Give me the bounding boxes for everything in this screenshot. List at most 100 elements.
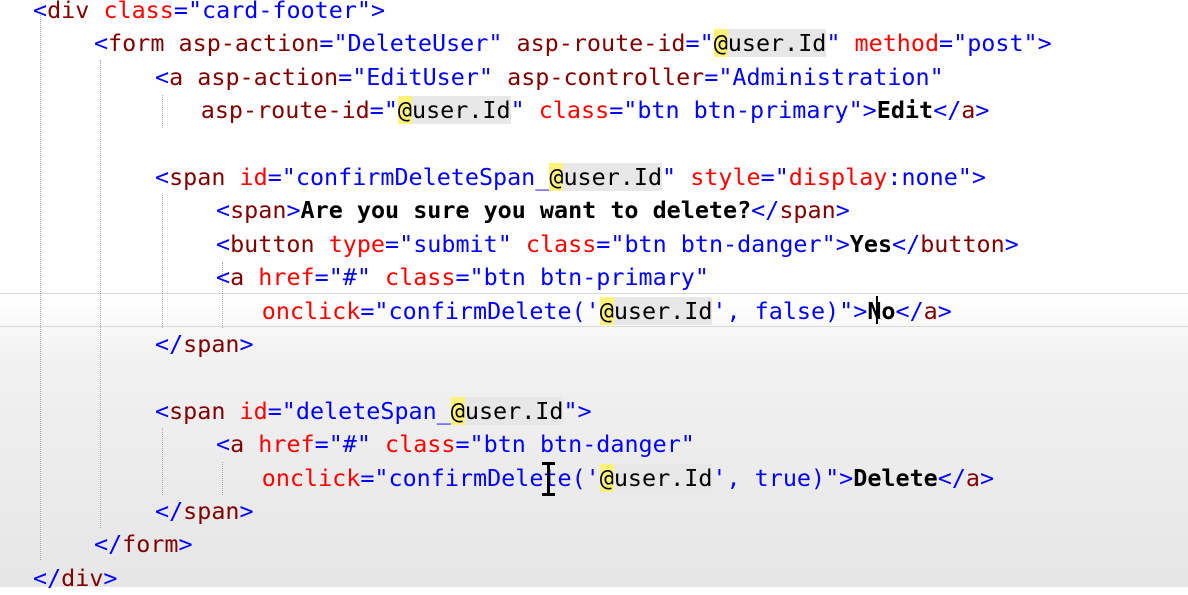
code-token: > bbox=[239, 330, 254, 358]
code-line: <span id="deleteSpan_@user.Id"> bbox=[155, 395, 592, 428]
code-token: > bbox=[371, 0, 386, 24]
code-token: > bbox=[862, 96, 877, 125]
code-token: class bbox=[103, 0, 174, 24]
code-token: ="#" bbox=[314, 263, 386, 292]
code-token: =" bbox=[760, 163, 789, 191]
code-token: type bbox=[328, 229, 386, 258]
code-token: > bbox=[975, 96, 990, 125]
code-token: user.Id bbox=[563, 163, 663, 191]
code-token: span bbox=[183, 497, 240, 525]
code-token: form bbox=[122, 530, 179, 559]
code-token: user.Id bbox=[412, 96, 511, 125]
code-token: " bbox=[826, 29, 855, 58]
code-token: < bbox=[216, 196, 231, 225]
code-token: user.Id bbox=[464, 396, 564, 425]
code-line: </span> bbox=[155, 328, 254, 361]
code-token: > bbox=[577, 396, 592, 425]
code-token: href bbox=[258, 263, 315, 292]
code-token: </ bbox=[33, 563, 62, 592]
code-token: ="card-footer" bbox=[173, 0, 372, 24]
code-token: < bbox=[33, 0, 48, 24]
code-token: > bbox=[937, 296, 952, 325]
code-line: <span id="confirmDeleteSpan_@user.Id" st… bbox=[155, 161, 986, 194]
code-token: class bbox=[385, 263, 456, 292]
code-token: </ bbox=[933, 96, 962, 125]
code-token: form bbox=[108, 29, 165, 58]
code-token: Delete bbox=[853, 463, 938, 492]
code-token: ="DeleteUser" bbox=[319, 29, 517, 58]
code-token: ="confirmDelete(' bbox=[360, 296, 600, 325]
code-token: user.Id bbox=[727, 29, 827, 58]
code-token: </ bbox=[937, 463, 966, 492]
code-token: > bbox=[103, 563, 118, 592]
code-token: ="confirmDelete(' bbox=[360, 463, 600, 492]
code-token: < bbox=[155, 62, 170, 91]
code-token: </ bbox=[892, 229, 921, 258]
code-token: " bbox=[510, 96, 539, 125]
code-token: > bbox=[1004, 229, 1019, 258]
code-token: div bbox=[61, 563, 104, 592]
code-token: ', true)" bbox=[712, 463, 840, 492]
code-token: class bbox=[385, 430, 456, 459]
code-token: < bbox=[155, 163, 170, 191]
code-token: < bbox=[94, 29, 109, 58]
code-line: </div> bbox=[33, 562, 118, 595]
code-token: onclick bbox=[261, 296, 361, 325]
code-editor[interactable]: <div class="card-footer"> <form asp-actio… bbox=[0, 0, 1188, 592]
code-line: </span> bbox=[155, 495, 254, 528]
code-token: @ bbox=[599, 463, 614, 492]
code-token: > bbox=[1037, 29, 1052, 58]
code-token: =" bbox=[685, 29, 714, 58]
code-token: style bbox=[690, 163, 761, 191]
code-line: <a href="#" class="btn btn-danger" bbox=[216, 428, 695, 461]
code-token: asp-controller bbox=[507, 62, 705, 91]
code-token: ="deleteSpan_ bbox=[267, 396, 451, 425]
code-token: > bbox=[980, 463, 995, 492]
code-token: > bbox=[853, 296, 868, 325]
code-token: href bbox=[258, 430, 315, 459]
code-token: > bbox=[839, 463, 854, 492]
text-caret bbox=[876, 296, 878, 324]
code-token: > bbox=[835, 196, 850, 225]
code-line: asp-route-id="@user.Id" class="btn btn-p… bbox=[200, 94, 990, 127]
code-token: asp-action bbox=[178, 29, 320, 58]
code-token: a bbox=[965, 463, 981, 492]
code-token: button bbox=[230, 229, 315, 258]
code-token: < bbox=[216, 263, 231, 292]
code-token: > bbox=[239, 497, 254, 525]
code-token: asp-route-id bbox=[200, 96, 370, 125]
code-token: ', false)" bbox=[712, 296, 854, 325]
code-token: > bbox=[971, 163, 986, 191]
code-token: onclick bbox=[261, 463, 361, 492]
code-line: <button type="submit" class="btn btn-dan… bbox=[216, 228, 1019, 261]
code-token: a bbox=[169, 62, 184, 91]
code-token: ="btn btn-primary" bbox=[609, 96, 863, 125]
code-token: user.Id bbox=[613, 463, 713, 492]
code-token: < bbox=[216, 430, 231, 459]
code-token: span bbox=[230, 196, 287, 225]
code-token: method bbox=[854, 29, 940, 58]
code-line: <a asp-action="EditUser" asp-controller=… bbox=[155, 61, 944, 94]
code-token: a bbox=[230, 430, 245, 459]
code-token: @ bbox=[397, 96, 413, 125]
code-token: Yes bbox=[849, 229, 893, 258]
code-token: ="submit" bbox=[385, 229, 526, 258]
code-token: " bbox=[662, 163, 691, 191]
code-token: </ bbox=[94, 530, 123, 559]
code-token: div bbox=[47, 0, 90, 24]
code-token: ="Administration" bbox=[704, 62, 944, 91]
code-token: asp-action bbox=[197, 62, 339, 91]
code-token: ="EditUser" bbox=[338, 62, 508, 91]
code-token: ="btn btn-primary" bbox=[455, 263, 709, 292]
code-token: span bbox=[169, 163, 226, 191]
indent-guide bbox=[222, 462, 223, 495]
code-line: <form asp-action="DeleteUser" asp-route-… bbox=[94, 27, 1052, 60]
code-token: user.Id bbox=[613, 296, 713, 325]
code-token: id bbox=[239, 163, 268, 191]
